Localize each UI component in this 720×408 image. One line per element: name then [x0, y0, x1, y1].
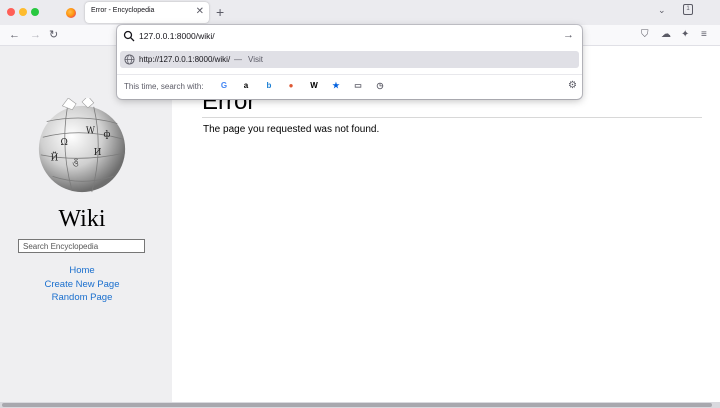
site-title: Wiki [58, 206, 106, 232]
tabs-icon[interactable]: ▭ [351, 79, 365, 93]
firefox-icon [66, 8, 76, 18]
wikipedia-icon[interactable]: W [307, 79, 321, 93]
error-message: The page you requested was not found. [203, 124, 380, 135]
search-input[interactable] [18, 239, 145, 253]
svg-text:Ω: Ω [60, 138, 67, 148]
tab-strip: Error - Encyclopedia ✕ + ⌄ 1 [0, 0, 720, 25]
pocket-icon[interactable]: ⛉ [641, 29, 649, 41]
forward-button[interactable]: → [30, 28, 41, 42]
wiki-logo[interactable]: W Ω И ওঁ Й ф [33, 98, 131, 196]
sidebar-link-random-page[interactable]: Random Page [0, 291, 164, 305]
urlbar-popup: → http://127.0.0.1:8000/wiki/ — Visit Th… [117, 25, 582, 99]
sidebar-link-create-new-page[interactable]: Create New Page [0, 278, 164, 292]
menu-icon[interactable]: ≡ [701, 29, 707, 41]
tab-close-icon[interactable]: ✕ [196, 5, 204, 19]
sidebar-link-home[interactable]: Home [0, 264, 164, 278]
extension-icon[interactable]: 1 [683, 4, 693, 15]
sync-icon[interactable]: ☁ [661, 29, 671, 41]
history-icon[interactable]: ◷ [373, 79, 387, 93]
svg-text:W: W [86, 126, 96, 136]
bookmarks-icon[interactable]: ★ [329, 79, 343, 93]
url-input[interactable] [139, 29, 549, 42]
tab-title: Error - Encyclopedia [91, 7, 155, 14]
search-with-label: This time, search with: [124, 82, 204, 91]
divider [117, 74, 582, 75]
urlbar-suggestion[interactable]: http://127.0.0.1:8000/wiki/ — Visit [120, 51, 579, 68]
horizontal-scrollbar[interactable] [0, 402, 720, 408]
window-minimize-button[interactable] [19, 8, 27, 16]
svg-text:Й: Й [51, 152, 59, 164]
svg-text:ф: ф [104, 130, 111, 140]
main-content: Error The page you requested was not fou… [172, 46, 720, 408]
pinned-tab-firefox[interactable] [62, 4, 80, 22]
svg-text:И: И [94, 148, 102, 158]
gear-icon[interactable]: ⚙ [568, 80, 577, 92]
sidebar-nav: Home Create New Page Random Page [0, 264, 164, 305]
extensions-icon[interactable]: ✦ [681, 29, 689, 41]
window-close-button[interactable] [7, 8, 15, 16]
scrollbar-thumb[interactable] [2, 403, 712, 407]
suggestion-separator: — [234, 55, 242, 64]
go-arrow-icon[interactable]: → [563, 28, 574, 42]
google-icon[interactable]: G [217, 79, 231, 93]
suggestion-url: http://127.0.0.1:8000/wiki/ [139, 55, 231, 64]
tab-active[interactable]: Error - Encyclopedia ✕ [85, 2, 209, 23]
amazon-icon[interactable]: a [239, 79, 253, 93]
reload-button[interactable]: ↻ [49, 28, 58, 42]
globe-icon [124, 54, 135, 65]
duckduckgo-icon[interactable]: ● [284, 79, 298, 93]
back-button[interactable]: ← [9, 28, 20, 42]
svg-text:ওঁ: ওঁ [72, 158, 79, 170]
suggestion-action: Visit [248, 55, 263, 64]
bing-icon[interactable]: b [262, 79, 276, 93]
window-maximize-button[interactable] [31, 8, 39, 16]
search-icon [123, 30, 135, 42]
sidebar: W Ω И ওঁ Й ф Wiki Home Create New Page R… [0, 46, 172, 408]
list-all-tabs-button[interactable]: ⌄ [658, 5, 666, 16]
new-tab-button[interactable]: + [216, 3, 224, 21]
